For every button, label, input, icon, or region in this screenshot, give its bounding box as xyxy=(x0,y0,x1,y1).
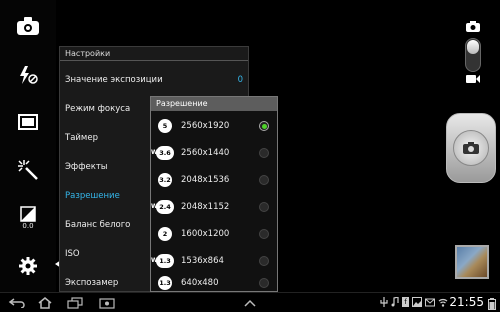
exposure-icon xyxy=(20,206,36,222)
switch-camera-icon xyxy=(17,17,39,35)
clock: 21:55 xyxy=(449,295,484,309)
resolution-option[interactable]: 2 1600x1200 xyxy=(151,221,277,247)
setting-label: Значение экспозиции xyxy=(65,75,163,85)
usb-icon xyxy=(380,297,388,307)
recent-apps-icon xyxy=(67,297,83,309)
resolution-label: 2048x1152 xyxy=(181,202,230,212)
screenshot-icon xyxy=(99,298,115,309)
megapixel-badge-icon: 1.3 xyxy=(153,276,177,290)
effects-button[interactable] xyxy=(8,150,48,190)
back-arrow-icon xyxy=(8,298,25,308)
radio-icon[interactable] xyxy=(259,202,269,212)
music-note-icon xyxy=(391,297,399,307)
radio-icon[interactable] xyxy=(259,175,269,185)
system-bar: f 21:55 xyxy=(0,292,500,312)
resolution-option[interactable]: 1.3 640x480 xyxy=(151,275,277,291)
gallery-thumbnail[interactable] xyxy=(455,245,489,279)
setting-label: Режим фокуса xyxy=(65,104,131,114)
left-toolbar: 0.0 xyxy=(0,0,56,292)
settings-button[interactable] xyxy=(8,246,48,286)
resolution-label: 2560x1440 xyxy=(181,148,230,158)
toggle-knob[interactable] xyxy=(467,40,479,54)
shooting-mode-button[interactable] xyxy=(8,102,48,142)
radio-icon[interactable] xyxy=(259,256,269,266)
radio-icon[interactable] xyxy=(259,278,269,288)
facebook-icon: f xyxy=(402,297,409,307)
resolution-menu: Разрешение 5 2560x1920 W 3.6 2560x1440 3.… xyxy=(150,96,278,292)
radio-icon[interactable] xyxy=(259,229,269,239)
battery-icon xyxy=(488,298,496,310)
resolution-label: 1536x864 xyxy=(181,256,224,266)
resolution-option[interactable]: 3.2 2048x1536 xyxy=(151,167,277,193)
photo-mode-camera-icon xyxy=(466,21,480,32)
screenshot-button[interactable] xyxy=(96,296,118,310)
camera-video-toggle[interactable] xyxy=(465,38,481,72)
wifi-icon xyxy=(438,298,448,307)
resolution-option[interactable]: W 2.4 2048x1152 xyxy=(151,194,277,220)
resolution-option[interactable]: 5 2560x1920 xyxy=(151,113,277,139)
setting-label: Таймер xyxy=(65,133,98,143)
resolution-label: 2048x1536 xyxy=(181,175,230,185)
setting-label: Экспозамер xyxy=(65,278,119,288)
setting-label: Эффекты xyxy=(65,162,108,172)
megapixel-badge-icon: W 2.4 xyxy=(151,200,177,214)
radio-icon[interactable] xyxy=(259,148,269,158)
home-icon xyxy=(38,297,52,309)
resolution-option[interactable]: W 3.6 2560x1440 xyxy=(151,140,277,166)
effects-wand-icon xyxy=(18,160,38,180)
megapixel-badge-icon: 5 xyxy=(153,119,177,133)
megapixel-badge-icon: W 1.3 xyxy=(151,254,177,268)
settings-title: Настройки xyxy=(60,47,248,61)
switch-camera-button[interactable] xyxy=(8,6,48,46)
camera-icon xyxy=(463,142,479,154)
photo-icon xyxy=(412,297,422,307)
setting-label: ISO xyxy=(65,249,80,259)
home-button[interactable] xyxy=(34,296,56,310)
notification-icons: f xyxy=(380,297,448,307)
resolution-title: Разрешение xyxy=(151,97,277,111)
resolution-label: 640x480 xyxy=(181,278,219,288)
setting-label: Разрешение xyxy=(65,191,120,201)
chevron-up-icon xyxy=(244,299,256,307)
resolution-option[interactable]: W 1.3 1536x864 xyxy=(151,248,277,274)
setting-exposure-value[interactable]: Значение экспозиции 0 xyxy=(65,74,245,86)
recent-apps-button[interactable] xyxy=(64,296,86,310)
exposure-value: 0.0 xyxy=(22,222,34,230)
shooting-mode-icon xyxy=(18,114,38,130)
settings-gear-icon xyxy=(19,257,37,275)
radio-selected-icon[interactable] xyxy=(259,121,269,131)
megapixel-badge-icon: 3.2 xyxy=(153,173,177,187)
setting-label: Баланс белого xyxy=(65,220,131,230)
video-mode-icon xyxy=(466,75,480,83)
resolution-label: 2560x1920 xyxy=(181,121,230,131)
mail-icon xyxy=(425,298,435,307)
shutter-inner[interactable] xyxy=(453,130,489,166)
shutter-button[interactable] xyxy=(446,113,496,183)
resolution-label: 1600x1200 xyxy=(181,229,230,239)
flash-off-icon xyxy=(20,66,38,84)
megapixel-badge-icon: W 3.6 xyxy=(151,146,177,160)
expand-up-button[interactable] xyxy=(240,296,260,310)
megapixel-badge-icon: 2 xyxy=(153,227,177,241)
back-button[interactable] xyxy=(6,296,28,310)
setting-value: 0 xyxy=(237,75,243,85)
flash-button[interactable] xyxy=(8,55,48,95)
